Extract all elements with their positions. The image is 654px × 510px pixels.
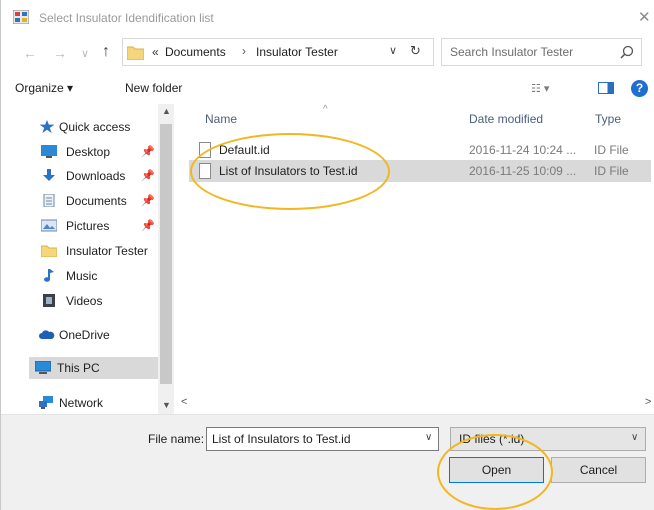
music-icon bbox=[44, 269, 54, 282]
sidebar-item-label: Pictures bbox=[66, 219, 110, 233]
file-icon bbox=[199, 142, 211, 158]
address-bar[interactable]: « Documents › Insulator Tester ∨ ↻ bbox=[122, 38, 434, 66]
chevron-down-icon[interactable]: ∨ bbox=[389, 44, 397, 57]
scrollbar-thumb[interactable] bbox=[160, 124, 172, 384]
back-arrow-icon[interactable]: ← bbox=[23, 45, 37, 61]
breadcrumb-insulator-tester[interactable]: Insulator Tester bbox=[256, 45, 338, 59]
organize-button[interactable]: Organize ▾ bbox=[15, 81, 73, 95]
sidebar-item-downloads[interactable]: Downloads 📌 bbox=[1, 165, 158, 187]
network-icon bbox=[39, 396, 53, 409]
file-date: 2016-11-25 10:09 ... bbox=[469, 164, 577, 178]
pin-icon[interactable]: 📌 bbox=[141, 169, 155, 182]
video-icon bbox=[43, 294, 55, 307]
documents-icon bbox=[43, 194, 55, 207]
sidebar-item-label: Desktop bbox=[66, 145, 111, 159]
download-icon bbox=[43, 169, 55, 181]
forward-arrow-icon[interactable]: → bbox=[53, 45, 67, 61]
file-date: 2016-11-24 10:24 ... bbox=[469, 143, 577, 157]
breadcrumb-separator-icon[interactable]: › bbox=[242, 44, 246, 58]
up-arrow-icon[interactable]: ↑ bbox=[102, 43, 110, 61]
pin-icon[interactable]: 📌 bbox=[141, 194, 155, 207]
file-row[interactable]: List of Insulators to Test.id 2016-11-25… bbox=[189, 160, 651, 182]
title-bar: Select Insulator Idendification list ✕ bbox=[1, 0, 654, 36]
file-name-label: File name: bbox=[148, 432, 205, 446]
overflow-chevron[interactable]: « bbox=[152, 45, 159, 59]
file-name: List of Insulators to Test.id bbox=[219, 164, 358, 178]
sidebar-item-label: Downloads bbox=[66, 169, 126, 183]
sidebar-item-label: Insulator Tester bbox=[66, 244, 148, 258]
file-list: ^ Name Date modified Type Default.id 201… bbox=[177, 104, 654, 394]
window-title: Select Insulator Idendification list bbox=[39, 11, 214, 25]
column-header-type[interactable]: Type bbox=[595, 112, 621, 126]
column-header-name[interactable]: Name bbox=[205, 112, 237, 126]
breadcrumb-documents[interactable]: Documents bbox=[165, 45, 226, 59]
sidebar-item-label: Videos bbox=[66, 294, 103, 308]
sidebar-item-label: This PC bbox=[57, 361, 100, 375]
sidebar-item-label: Network bbox=[59, 396, 104, 410]
file-name: Default.id bbox=[219, 143, 270, 157]
file-row[interactable]: Default.id 2016-11-24 10:24 ... ID File bbox=[189, 139, 651, 161]
sidebar-item-insulator-tester[interactable]: Insulator Tester bbox=[1, 240, 158, 262]
file-open-dialog: Select Insulator Idendification list ✕ ←… bbox=[0, 0, 654, 510]
new-folder-button[interactable]: New folder bbox=[125, 81, 182, 95]
sidebar-item-videos[interactable]: Videos bbox=[1, 290, 158, 312]
file-type-select[interactable]: ID files (*.id) ∨ bbox=[450, 427, 646, 451]
star-icon bbox=[39, 120, 55, 133]
recent-locations-icon[interactable]: ∨ bbox=[81, 47, 89, 60]
computer-icon bbox=[35, 361, 51, 374]
navigation-pane: Quick access Desktop 📌 Downloads 📌 Docum… bbox=[1, 104, 173, 414]
scroll-right-icon[interactable]: > bbox=[645, 396, 651, 408]
change-view-icon[interactable]: ☷ ▾ bbox=[531, 82, 549, 95]
folder-icon bbox=[127, 46, 144, 60]
chevron-down-icon[interactable]: ∨ bbox=[631, 432, 638, 443]
file-type: ID File bbox=[594, 164, 629, 178]
sidebar-item-network[interactable]: Network bbox=[1, 392, 158, 414]
pictures-icon bbox=[41, 219, 57, 232]
dialog-footer: File name: List of Insulators to Test.id… bbox=[1, 414, 654, 510]
open-button[interactable]: Open bbox=[449, 457, 544, 483]
search-input[interactable]: Search Insulator Tester bbox=[441, 38, 642, 66]
file-name-field[interactable]: List of Insulators to Test.id ∨ bbox=[206, 427, 439, 451]
file-type-value: ID files (*.id) bbox=[459, 432, 525, 446]
sidebar-item-onedrive[interactable]: OneDrive bbox=[1, 324, 158, 346]
sidebar-item-this-pc[interactable]: This PC bbox=[29, 357, 158, 379]
horizontal-scrollbar[interactable]: < > bbox=[177, 394, 654, 412]
file-icon bbox=[199, 163, 211, 179]
desktop-icon bbox=[41, 145, 57, 158]
search-icon[interactable] bbox=[620, 45, 634, 59]
sidebar-item-label: Documents bbox=[66, 194, 127, 208]
pin-icon[interactable]: 📌 bbox=[141, 219, 155, 232]
sidebar-item-documents[interactable]: Documents 📌 bbox=[1, 190, 158, 212]
cancel-button[interactable]: Cancel bbox=[551, 457, 646, 483]
refresh-icon[interactable]: ↻ bbox=[410, 43, 421, 59]
search-placeholder: Search Insulator Tester bbox=[450, 45, 574, 59]
scrollbar-track[interactable] bbox=[195, 398, 643, 408]
sidebar-item-quick-access[interactable]: Quick access bbox=[1, 116, 158, 138]
scroll-up-icon[interactable]: ▲ bbox=[162, 106, 171, 116]
sidebar-scrollbar[interactable]: ▲ ▼ bbox=[158, 104, 174, 414]
pin-icon[interactable]: 📌 bbox=[141, 145, 155, 158]
preview-pane-icon[interactable] bbox=[598, 82, 614, 94]
sidebar-item-music[interactable]: Music bbox=[1, 265, 158, 287]
app-icon bbox=[13, 10, 29, 24]
sidebar-item-label: OneDrive bbox=[59, 328, 110, 342]
sidebar-item-label: Music bbox=[66, 269, 98, 283]
sidebar-item-desktop[interactable]: Desktop 📌 bbox=[1, 141, 158, 163]
file-type: ID File bbox=[594, 143, 629, 157]
scroll-left-icon[interactable]: < bbox=[181, 396, 187, 408]
chevron-down-icon[interactable]: ∨ bbox=[425, 432, 432, 443]
sidebar-item-label: Quick access bbox=[59, 120, 131, 134]
folder-icon bbox=[41, 245, 57, 257]
column-header-date-modified[interactable]: Date modified bbox=[469, 112, 543, 126]
command-toolbar: Organize ▾ New folder ☷ ▾ ? bbox=[1, 72, 654, 104]
scroll-down-icon[interactable]: ▼ bbox=[162, 400, 171, 410]
file-name-value: List of Insulators to Test.id bbox=[212, 432, 351, 446]
sidebar-item-pictures[interactable]: Pictures 📌 bbox=[1, 215, 158, 237]
help-icon[interactable]: ? bbox=[631, 80, 648, 97]
close-icon[interactable]: ✕ bbox=[638, 8, 651, 26]
cloud-icon bbox=[39, 330, 55, 339]
sort-indicator-icon: ^ bbox=[323, 104, 328, 115]
